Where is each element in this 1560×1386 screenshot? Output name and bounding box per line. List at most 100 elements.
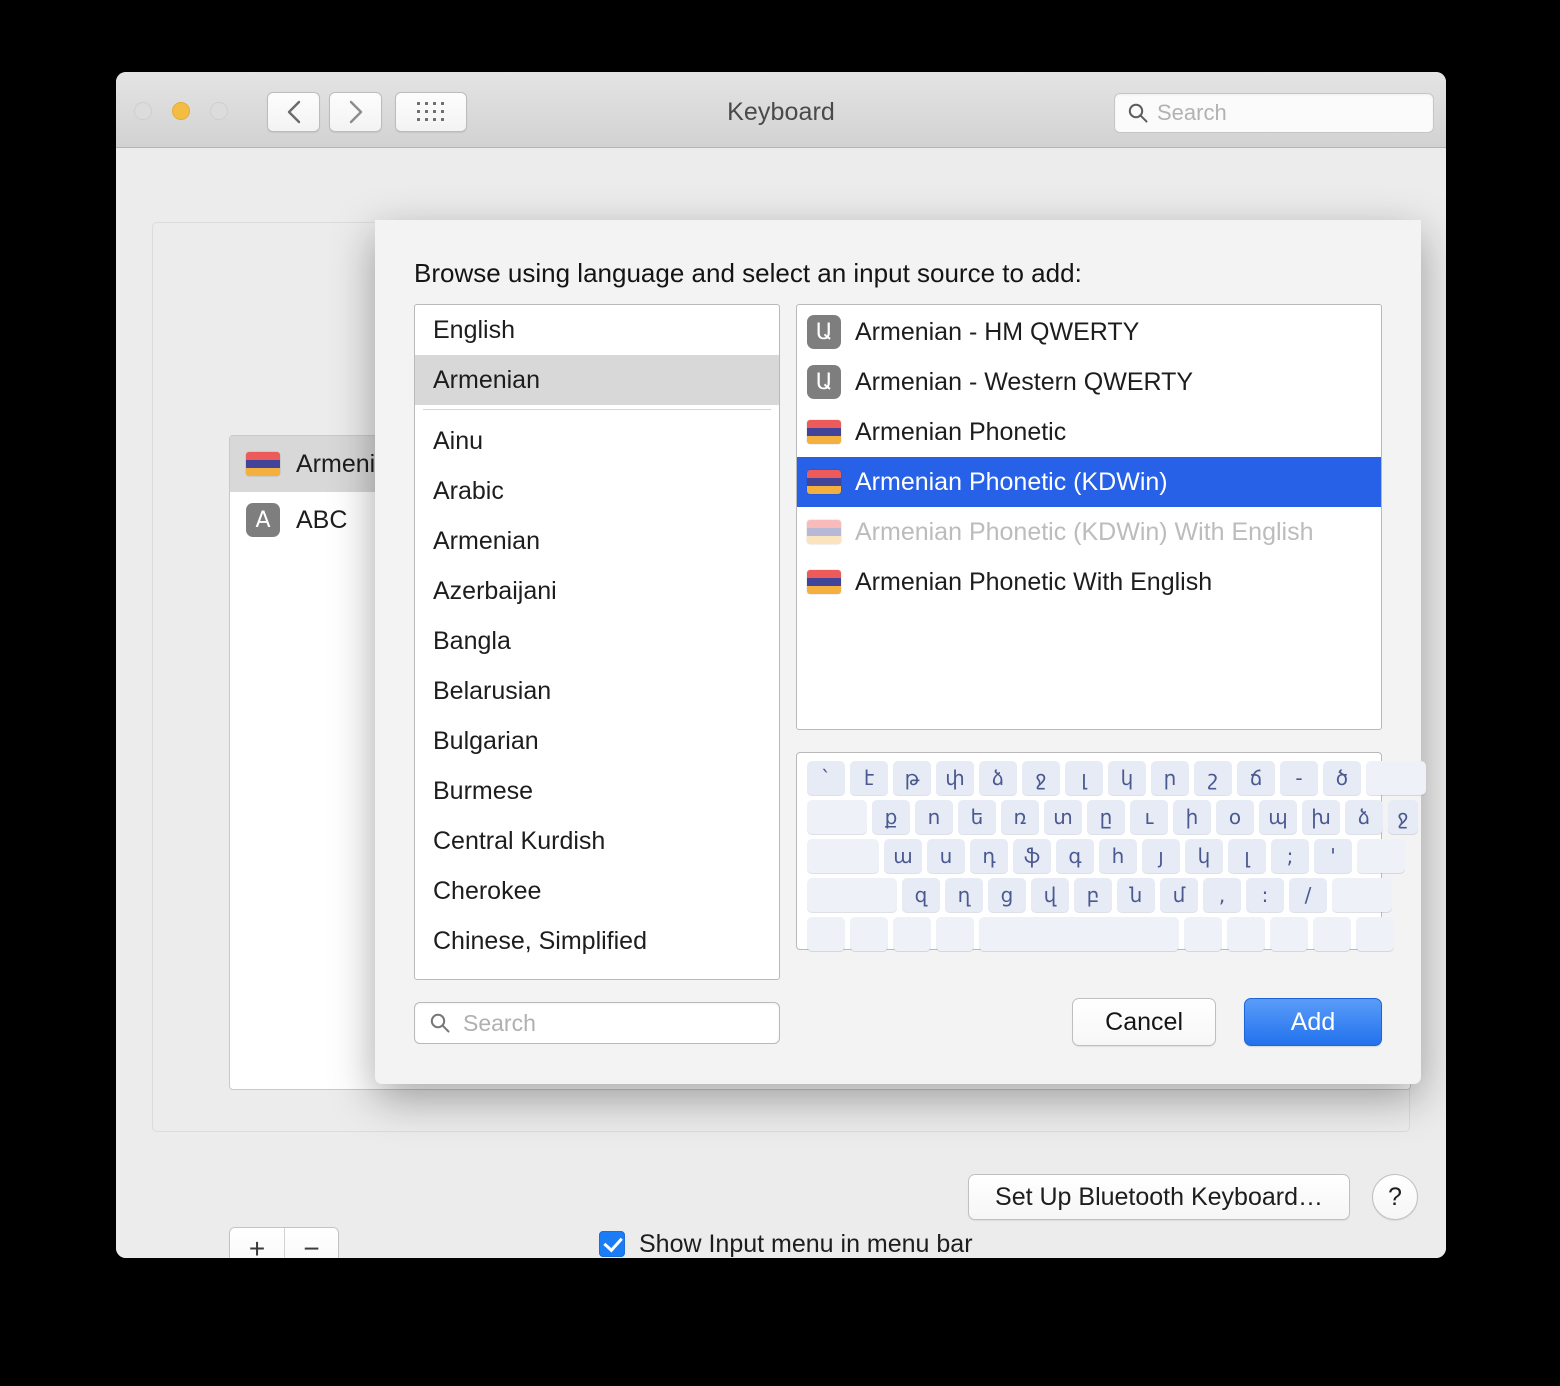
armenian-letter-badge-icon: Ա [807, 315, 841, 349]
search-icon [1128, 103, 1148, 123]
add-input-source-sheet: Browse using language and select an inpu… [375, 220, 1426, 1084]
list-item-label: ABC [296, 505, 348, 534]
keyboard-key: ֆ [1013, 839, 1051, 873]
language-item-armenian-recent[interactable]: Armenian [415, 355, 779, 405]
show-input-menu-row[interactable]: Show Input menu in menu bar [599, 1223, 1190, 1258]
keyboard-key: / [1289, 878, 1327, 912]
language-item-label: Cherokee [433, 876, 542, 905]
keyboard-key: բ [1074, 878, 1112, 912]
keyboard-key: ջ [1022, 761, 1060, 795]
language-item-label: English [433, 315, 515, 344]
language-item-ainu[interactable]: Ainu [415, 416, 779, 466]
search-placeholder: Search [1157, 100, 1227, 125]
keyboard-key: ջ [1388, 800, 1418, 834]
keyboard-layout-preview: ` է թ փ ձ ջ լ կ ր շ ճ - ծ քոեռտըւիօպխձջ ա ս դ ֆ գ հ յ կ լ; ' … [796, 752, 1426, 951]
keyboard-key: մ [1160, 878, 1198, 912]
show-input-menu-label: Show Input menu in menu bar [639, 1229, 973, 1258]
language-item-label: Azerbaijani [433, 576, 557, 605]
keyboard-row: զ ղ ց վ բ ն մ,: / [807, 878, 1392, 912]
keyboard-key: թ [893, 761, 931, 795]
keyboard-key: պ [1259, 800, 1297, 834]
input-options: Show Input menu in menu bar Automaticall… [599, 1223, 1190, 1258]
input-source-label: Armenian Phonetic (KDWin) With English [855, 517, 1314, 546]
input-source-label: Armenian Phonetic (KDWin) [855, 467, 1168, 496]
keyboard-key: կ [1108, 761, 1146, 795]
language-item-label: Bulgarian [433, 726, 539, 755]
keyboard-key: ց [988, 878, 1026, 912]
language-item-label: Belarusian [433, 676, 552, 705]
input-source-item-phonetic-kdwin-with-english: Armenian Phonetic (KDWin) With English [797, 507, 1381, 557]
keyboard-key: գ [1056, 839, 1094, 873]
keyboard-key: ' [1314, 839, 1352, 873]
language-item-central-kurdish[interactable]: Central Kurdish [415, 816, 779, 866]
keyboard-key-blank [1356, 917, 1394, 951]
language-item-armenian[interactable]: Armenian [415, 516, 779, 566]
help-button[interactable]: ? [1372, 1174, 1418, 1220]
keyboard-preferences-window: Keyboard Search Armenian Phonetic (KDWin… [116, 72, 1446, 1258]
keyboard-key: ` [807, 761, 845, 795]
keyboard-key: ծ [1323, 761, 1361, 795]
keyboard-key: ա [884, 839, 922, 873]
set-up-bluetooth-keyboard-button[interactable]: Set Up Bluetooth Keyboard… [968, 1174, 1350, 1220]
language-search-input[interactable]: Search [414, 1002, 780, 1044]
keyboard-key: - [1280, 761, 1318, 795]
armenian-flag-icon [246, 452, 280, 476]
keyboard-key-blank [1366, 761, 1426, 795]
keyboard-key: ւ [1130, 800, 1168, 834]
language-item-bulgarian[interactable]: Bulgarian [415, 716, 779, 766]
keyboard-key: ձ [1345, 800, 1383, 834]
keyboard-key-blank [807, 800, 867, 834]
language-item-label: Chinese, Simplified [433, 926, 647, 955]
add-remove-source-buttons: + − [229, 1227, 339, 1258]
keyboard-key-blank [1227, 917, 1265, 951]
remove-source-button[interactable]: − [284, 1228, 338, 1258]
keyboard-key: հ [1099, 839, 1137, 873]
keyboard-key: , [1203, 878, 1241, 912]
input-source-item-hm-qwerty[interactable]: Ա Armenian - HM QWERTY [797, 307, 1381, 357]
show-input-menu-checkbox[interactable] [599, 1231, 625, 1257]
keyboard-key-blank [1357, 839, 1405, 873]
language-item-belarusian[interactable]: Belarusian [415, 666, 779, 716]
keyboard-key: ք [872, 800, 910, 834]
search-input[interactable]: Search [1114, 93, 1434, 133]
cancel-button[interactable]: Cancel [1072, 998, 1216, 1046]
keyboard-key-blank [807, 878, 897, 912]
input-source-label: Armenian - HM QWERTY [855, 317, 1140, 346]
keyboard-key: խ [1302, 800, 1340, 834]
keyboard-key: ղ [945, 878, 983, 912]
language-item-burmese[interactable]: Burmese [415, 766, 779, 816]
keyboard-key-blank [807, 917, 845, 951]
input-source-list[interactable]: Ա Armenian - HM QWERTY Ա Armenian - West… [796, 304, 1382, 730]
add-source-button[interactable]: + [230, 1228, 284, 1258]
input-source-label: Armenian Phonetic With English [855, 567, 1213, 596]
search-icon [430, 1013, 450, 1033]
keyboard-key: յ [1142, 839, 1180, 873]
language-item-azerbaijani[interactable]: Azerbaijani [415, 566, 779, 616]
language-list[interactable]: English Armenian Ainu Arabic Armenian Az… [414, 304, 780, 980]
language-item-chinese-simplified[interactable]: Chinese, Simplified [415, 916, 779, 966]
input-source-item-phonetic[interactable]: Armenian Phonetic [797, 407, 1381, 457]
keyboard-key-blank [1184, 917, 1222, 951]
language-item-arabic[interactable]: Arabic [415, 466, 779, 516]
input-source-item-western-qwerty[interactable]: Ա Armenian - Western QWERTY [797, 357, 1381, 407]
language-item-bangla[interactable]: Bangla [415, 616, 779, 666]
keyboard-key-blank [850, 917, 888, 951]
input-source-label: Armenian Phonetic [855, 417, 1067, 446]
input-source-item-phonetic-with-english[interactable]: Armenian Phonetic With English [797, 557, 1381, 607]
keyboard-key: լ [1065, 761, 1103, 795]
armenian-flag-dim-icon [807, 520, 841, 544]
language-item-label: Burmese [433, 776, 534, 805]
language-item-cherokee[interactable]: Cherokee [415, 866, 779, 916]
language-search-placeholder: Search [463, 1009, 536, 1036]
armenian-letter-badge-icon: Ա [807, 365, 841, 399]
language-item-label: Armenian [433, 526, 540, 555]
keyboard-key: տ [1044, 800, 1082, 834]
keyboard-key: ռ [1001, 800, 1039, 834]
keyboard-key: ն [1117, 878, 1155, 912]
keyboard-key: է [850, 761, 888, 795]
input-source-item-phonetic-kdwin[interactable]: Armenian Phonetic (KDWin) [797, 457, 1381, 507]
keyboard-key: ճ [1237, 761, 1275, 795]
add-button[interactable]: Add [1244, 998, 1382, 1046]
language-list-separator [423, 409, 771, 410]
language-item-english[interactable]: English [415, 305, 779, 355]
